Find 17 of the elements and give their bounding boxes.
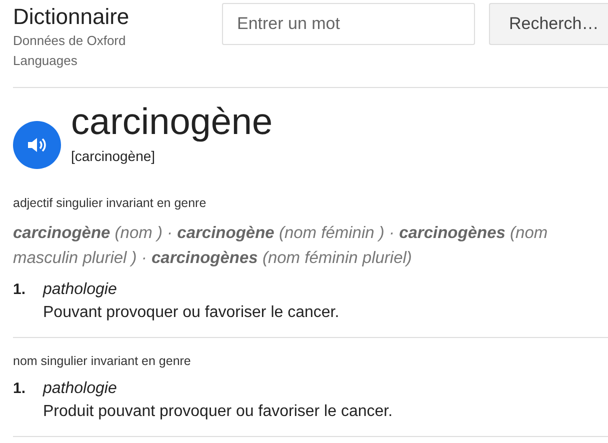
dictionary-title: Dictionnaire	[13, 5, 130, 29]
phonetic-text: [carcinogène]	[71, 148, 156, 164]
word-forms: carcinogène (nom ) · carcinogène (nom féminin ) · carcinogènes (nom masculin pluriel ) · carcinogènes (nom féminin pluriel)	[13, 223, 549, 269]
search-field[interactable]: Entrer un mot	[222, 3, 475, 45]
domain-label: pathologie	[43, 379, 118, 399]
speaker-button[interactable]	[13, 121, 61, 169]
search-button[interactable]: Recherch…	[489, 3, 608, 45]
sense-number: 1.	[13, 280, 27, 300]
definition-text: Produit pouvant provoquer ou favoriser le cancer.	[43, 402, 393, 422]
definition-text: Pouvant provoquer ou favoriser le cancer.	[43, 303, 340, 323]
speaker-icon	[27, 136, 47, 154]
source-label: Données de Oxford Languages	[13, 32, 127, 70]
headword: carcinogène	[71, 100, 273, 144]
domain-label: pathologie	[43, 280, 118, 300]
grammar-label: adjectif singulier invariant en genre	[13, 195, 208, 212]
grammar-label: nom singulier invariant en genre	[13, 353, 192, 370]
sense-number: 1.	[13, 379, 27, 399]
